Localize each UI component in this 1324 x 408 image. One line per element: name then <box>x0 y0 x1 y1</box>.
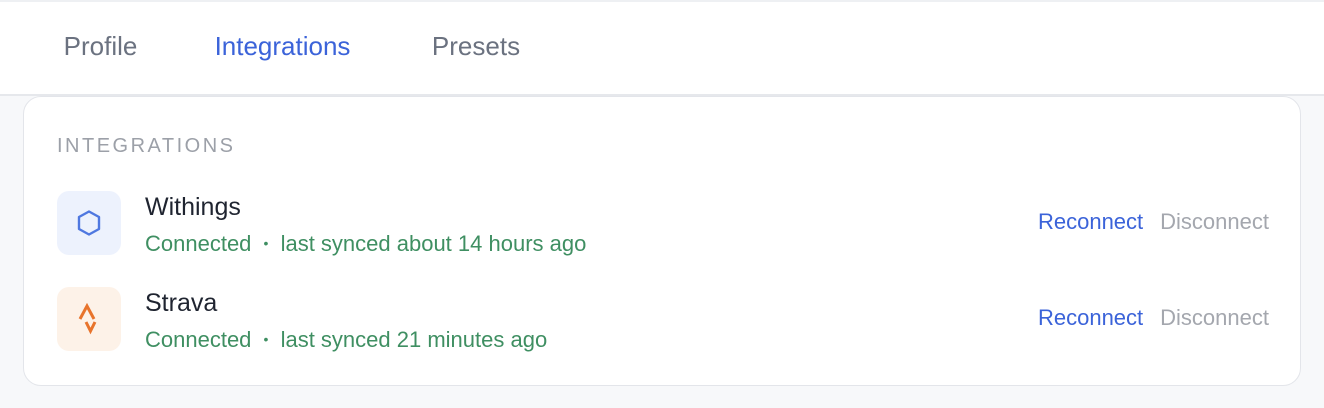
sync-text: last synced about 14 hours ago <box>280 231 587 256</box>
integration-row-withings: Withings Connected • last synced about 1… <box>57 189 1269 257</box>
tab-bar: Profile Integrations Presets <box>0 0 1324 98</box>
tab-profile-label: Profile <box>63 30 138 61</box>
settings-page: Profile Integrations Presets INTEGRATION… <box>0 0 1324 408</box>
status-label: Connected <box>145 231 252 256</box>
status-separator: • <box>263 235 269 251</box>
tab-presets-label: Presets <box>431 30 521 61</box>
sync-text: last synced 21 minutes ago <box>280 327 548 352</box>
strava-logo-icon <box>57 287 121 351</box>
reconnect-button[interactable]: Reconnect <box>1038 209 1143 235</box>
disconnect-button[interactable]: Disconnect <box>1160 209 1269 235</box>
integration-actions: Reconnect Disconnect <box>1038 209 1269 235</box>
integrations-card: INTEGRATIONS Withings Connected • last s… <box>23 96 1301 386</box>
tab-integrations[interactable]: Integrations <box>171 2 394 98</box>
tab-integrations-label: Integrations <box>214 30 351 61</box>
status-label: Connected <box>145 327 252 352</box>
tab-profile[interactable]: Profile <box>30 2 171 96</box>
tabs: Profile Integrations Presets <box>30 2 558 98</box>
withings-hexagon-icon <box>57 191 121 255</box>
tab-presets[interactable]: Presets <box>394 2 558 96</box>
reconnect-button[interactable]: Reconnect <box>1038 305 1143 331</box>
status-separator: • <box>263 331 269 347</box>
integration-status: Connected • last synced about 14 hours a… <box>145 231 586 257</box>
page-background <box>0 386 1324 408</box>
disconnect-button[interactable]: Disconnect <box>1160 305 1269 331</box>
integration-actions: Reconnect Disconnect <box>1038 305 1269 331</box>
integration-name: Strava <box>145 289 218 317</box>
integration-status: Connected • last synced 21 minutes ago <box>145 327 547 353</box>
integration-row-strava: Strava Connected • last synced 21 minute… <box>57 285 1269 353</box>
integration-name: Withings <box>145 193 241 221</box>
section-title: INTEGRATIONS <box>57 135 236 157</box>
